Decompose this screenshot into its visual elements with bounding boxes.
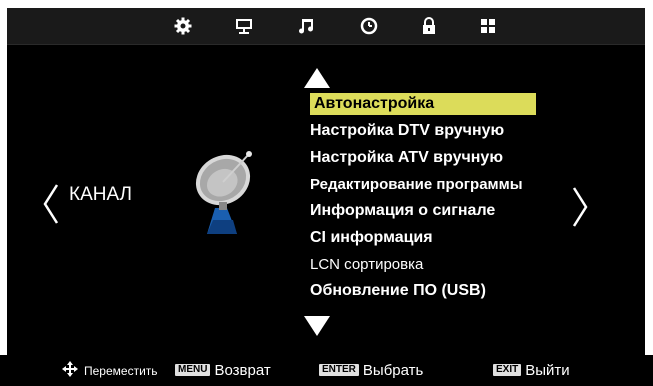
- scroll-up-arrow-icon[interactable]: [304, 68, 330, 88]
- lock-icon[interactable]: [420, 17, 438, 35]
- menu-item-atv-manual-tuning[interactable]: Настройка ATV вручную: [310, 147, 503, 169]
- hint-back: MENU Возврат: [175, 361, 271, 381]
- monitor-icon[interactable]: [235, 17, 253, 35]
- menu-item-lcn-sort[interactable]: LCN сортировка: [310, 254, 423, 276]
- scroll-down-arrow-icon[interactable]: [304, 316, 330, 336]
- hint-select-label: Выбрать: [362, 362, 424, 379]
- hint-move-label: Переместить: [84, 364, 158, 378]
- tv-menu-screen: КАНАЛ Автонастройка Настройка DTV вручну…: [7, 8, 645, 355]
- menu-item-signal-info[interactable]: Информация о сигнале: [310, 200, 495, 222]
- hint-select: ENTER Выбрать: [319, 361, 423, 381]
- footer-hint-bar: Переместить MENU Возврат ENTER Выбрать EXI…: [0, 355, 653, 386]
- settings-gear-icon[interactable]: [174, 17, 192, 35]
- enter-key-badge: ENTER: [319, 364, 359, 377]
- hint-exit-label: Выйти: [525, 362, 570, 379]
- hint-back-label: Возврат: [214, 362, 271, 379]
- satellite-dish-icon: [191, 146, 267, 240]
- chevron-right-icon[interactable]: [570, 186, 590, 228]
- menu-item-software-update[interactable]: Обновление ПО (USB): [310, 280, 486, 302]
- hint-move: Переместить: [60, 361, 158, 381]
- music-note-icon[interactable]: [297, 17, 315, 35]
- exit-key-badge: EXIT: [493, 364, 522, 377]
- four-way-arrow-icon: [62, 361, 78, 378]
- menu-item-auto-tuning[interactable]: Автонастройка: [310, 93, 536, 115]
- menu-item-dtv-manual-tuning[interactable]: Настройка DTV вручную: [310, 120, 504, 142]
- menu-item-ci-info[interactable]: CI информация: [310, 227, 433, 249]
- grid-icon[interactable]: [479, 17, 497, 35]
- top-tab-bar: [7, 8, 645, 45]
- chevron-left-icon[interactable]: [41, 183, 61, 225]
- hint-exit: EXIT Выйти: [493, 361, 570, 381]
- menu-key-badge: MENU: [175, 364, 211, 377]
- category-label: КАНАЛ: [69, 184, 133, 205]
- menu-item-program-edit[interactable]: Редактирование программы: [310, 174, 523, 196]
- clock-icon[interactable]: [360, 17, 378, 35]
